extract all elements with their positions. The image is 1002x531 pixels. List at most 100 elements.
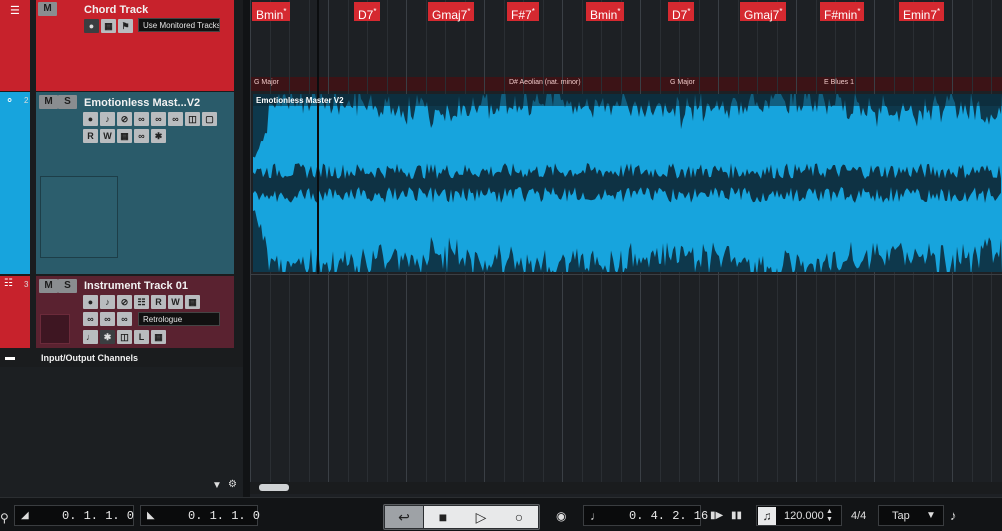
grid-icon[interactable]: ▦ <box>101 19 116 33</box>
io-channels-folder[interactable]: ▬ Input/Output Channels <box>0 350 243 367</box>
track-list: ☰ M Chord Track ● ▦ ⚑ Use Monitored Trac… <box>0 0 243 367</box>
gear-icon[interactable]: ⚙ <box>228 479 237 490</box>
write-automation-button[interactable]: W <box>168 295 183 309</box>
note-icon[interactable]: ♩ <box>83 330 98 344</box>
audio-event[interactable]: Emotionless Master V2 <box>253 94 1002 272</box>
read-automation-button[interactable]: R <box>151 295 166 309</box>
settings-icon[interactable]: ✱ <box>151 129 166 143</box>
instrument-track[interactable]: ☷ 3 M S Instrument Track 01 ● ♪ ⊘ ☷ R W … <box>0 276 243 348</box>
chord-track-name: Chord Track <box>84 4 149 16</box>
timebase-icon[interactable]: ⊘ <box>117 112 132 126</box>
tempo-value: 120.000 <box>784 510 824 522</box>
nudge-right-icon[interactable]: ▮▮ <box>731 510 742 521</box>
eq-icon[interactable]: ▦ <box>117 129 132 143</box>
chevron-down-icon[interactable]: ▼ <box>926 510 936 521</box>
track-picture-area[interactable] <box>40 176 118 258</box>
record-icon[interactable]: ○ <box>500 506 538 528</box>
record-enable-icon[interactable]: ● <box>83 295 98 309</box>
channel-icon[interactable]: ▢ <box>202 112 217 126</box>
chord-event[interactable]: Gmaj7* <box>740 2 787 22</box>
click-icon[interactable]: ♪ <box>950 508 957 523</box>
punch-icon[interactable]: ◉ <box>556 509 566 523</box>
write-automation-button[interactable]: W <box>100 129 115 143</box>
right-locator-value: 0. 1. 1. 0 <box>188 509 261 523</box>
horizontal-scrollbar[interactable] <box>250 482 1002 494</box>
chord-event[interactable]: Bmin* <box>586 2 625 22</box>
chord-event[interactable]: F#7* <box>507 2 539 22</box>
chord-track-body: M Chord Track ● ▦ ⚑ Use Monitored Tracks <box>36 0 234 91</box>
metronome-icon[interactable]: ♫ <box>758 507 776 525</box>
settings-icon[interactable]: ✱ <box>100 330 115 344</box>
left-locator-icon[interactable]: ◢ <box>21 510 29 521</box>
lock-icon[interactable]: ∞ <box>134 112 149 126</box>
scale-event[interactable]: G Major <box>670 79 695 86</box>
chord-event[interactable]: D7* <box>354 2 381 22</box>
record-icon[interactable]: ● <box>84 19 99 33</box>
audio-track[interactable]: ⚬ 2 M S Emotionless Mast...V2 ● ♪ ⊘ ∞ ∞ … <box>0 92 243 274</box>
lanes-icon[interactable]: ∞ <box>83 312 98 326</box>
freeze-icon[interactable]: ◫ <box>117 330 132 344</box>
freeze-icon[interactable]: ◫ <box>185 112 200 126</box>
instrument-track-number: 3 <box>24 280 29 289</box>
sends-icon[interactable]: ∞ <box>134 129 149 143</box>
cycle-icon[interactable]: ↩ <box>385 506 423 528</box>
channel-icon[interactable]: ▦ <box>185 295 200 309</box>
scale-event[interactable]: D# Aeolian (nat. minor) <box>509 79 581 86</box>
waveform <box>253 94 1002 272</box>
nudge-left-icon[interactable]: ▮▶ <box>710 510 723 521</box>
chord-event[interactable]: F#min* <box>820 2 865 22</box>
monitor-icon[interactable]: ♪ <box>100 112 115 126</box>
edit-icon[interactable]: ▦ <box>151 330 166 344</box>
audio-track-stripe: ⚬ 2 <box>0 92 30 274</box>
edit-icon[interactable]: ⚑ <box>118 19 133 33</box>
instrument-track-name: Instrument Track 01 <box>84 280 188 292</box>
audio-track-name: Emotionless Mast...V2 <box>84 97 201 109</box>
chord-mute-button[interactable]: M <box>38 2 57 16</box>
note-icon[interactable]: ♩ <box>590 509 602 523</box>
tap-button[interactable]: Tap <box>892 510 910 522</box>
chord-event[interactable]: D7* <box>668 2 695 22</box>
scale-event[interactable]: E Blues 1 <box>824 79 854 86</box>
track-picture-area[interactable] <box>40 314 70 344</box>
monitored-tracks-field[interactable]: Use Monitored Tracks <box>138 18 220 32</box>
record-enable-icon[interactable]: ● <box>83 112 98 126</box>
lanes-icon[interactable]: ∞ <box>151 112 166 126</box>
track-list-divider[interactable] <box>243 0 250 497</box>
chord-event[interactable]: Bmin* <box>252 2 291 22</box>
audio-mute-button[interactable]: M <box>39 95 58 109</box>
stop-icon[interactable]: ■ <box>424 506 462 528</box>
play-icon[interactable]: ▷ <box>462 506 500 528</box>
monitor-icon[interactable]: ♪ <box>100 295 115 309</box>
tempo-spinner-icon[interactable]: ▲ ▼ <box>826 508 833 524</box>
scale-event[interactable]: G Major <box>254 79 279 86</box>
piano-icon: ☷ <box>4 278 13 289</box>
playhead-cursor[interactable] <box>317 0 319 274</box>
chord-track-icon: ☰ <box>10 5 20 17</box>
chord-track-stripe: ☰ <box>0 0 30 91</box>
chord-event[interactable]: Gmaj7* <box>428 2 475 22</box>
scrollbar-thumb[interactable] <box>259 484 289 491</box>
time-signature[interactable]: 4/4 <box>851 510 866 522</box>
edit-instrument-icon[interactable]: ☷ <box>134 295 149 309</box>
lane-l-button[interactable]: L <box>134 330 149 344</box>
chord-event[interactable]: Emin7* <box>899 2 945 22</box>
search-icon[interactable]: ⚲ <box>0 511 9 525</box>
dropdown-arrow-icon[interactable]: ▼ <box>212 480 222 491</box>
audio-track-number: 2 <box>24 96 29 105</box>
audio-solo-button[interactable]: S <box>58 95 77 109</box>
inserts-icon[interactable]: ∞ <box>100 312 115 326</box>
instrument-mute-button[interactable]: M <box>39 279 58 293</box>
instrument-track-stripe: ☷ 3 <box>0 276 30 348</box>
right-locator-icon[interactable]: ◣ <box>147 510 155 521</box>
audio-event-title: Emotionless Master V2 <box>256 96 344 105</box>
timebase-icon[interactable]: ⊘ <box>117 295 132 309</box>
sends-icon[interactable]: ∞ <box>117 312 132 326</box>
read-automation-button[interactable]: R <box>83 129 98 143</box>
io-channels-label: Input/Output Channels <box>41 353 138 363</box>
inserts-icon[interactable]: ∞ <box>168 112 183 126</box>
chord-track[interactable]: ☰ M Chord Track ● ▦ ⚑ Use Monitored Trac… <box>0 0 243 91</box>
instrument-solo-button[interactable]: S <box>58 279 77 293</box>
position-value: 0. 4. 2. 16 <box>629 509 709 523</box>
audio-track-body: M S Emotionless Mast...V2 ● ♪ ⊘ ∞ ∞ ∞ ◫ … <box>36 92 234 274</box>
instrument-selector[interactable]: Retrologue <box>138 312 220 326</box>
